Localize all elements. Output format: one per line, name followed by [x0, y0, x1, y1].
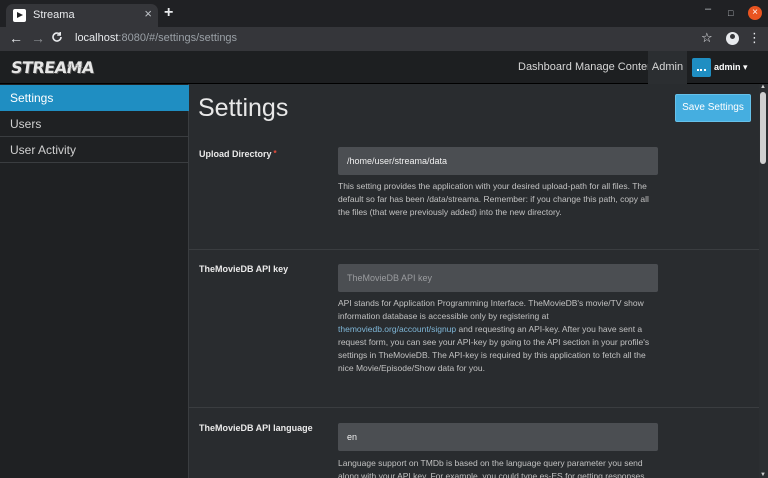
- setting-label: TheMovieDB API language: [199, 423, 313, 433]
- back-arrow-icon[interactable]: ←: [9, 30, 23, 46]
- sidebar-item-user-activity[interactable]: User Activity: [0, 137, 189, 163]
- setting-help-text: Language support on TMDb is based on the…: [338, 458, 645, 478]
- forward-arrow-icon[interactable]: →: [31, 30, 45, 46]
- reload-icon[interactable]: [51, 31, 63, 46]
- sidebar-item-settings[interactable]: Settings: [0, 85, 189, 111]
- browser-tab-strip: Streama × + – □ ×: [0, 0, 768, 27]
- kebab-menu-icon[interactable]: ⋮: [748, 30, 761, 46]
- url-text: localhost:8080/#/settings/settings: [75, 32, 238, 44]
- streama-favicon-icon: [13, 9, 26, 22]
- maximize-icon[interactable]: □: [728, 8, 733, 18]
- page-scrollbar[interactable]: ▲ ▼: [759, 84, 768, 478]
- browser-tab[interactable]: Streama ×: [6, 4, 158, 27]
- user-menu[interactable]: admin ▾: [714, 51, 748, 84]
- window-close-icon[interactable]: ×: [748, 6, 762, 20]
- profile-icon[interactable]: [726, 32, 739, 45]
- setting-tmdb-api-key: TheMovieDB API key TheMovieDB API key AP…: [189, 251, 759, 408]
- required-marker: *: [273, 149, 277, 158]
- nav-admin[interactable]: Admin: [648, 51, 687, 84]
- address-bar[interactable]: localhost:8080/#/settings/settings: [70, 30, 690, 48]
- scroll-down-icon[interactable]: ▼: [760, 472, 766, 478]
- browser-toolbar: ← → localhost:8080/#/settings/settings ☆…: [0, 27, 768, 51]
- tab-title: Streama: [33, 9, 75, 21]
- version-label: v1.6.1: [67, 64, 84, 70]
- nav-manage-content[interactable]: Manage Content: [575, 51, 656, 84]
- minimize-icon[interactable]: –: [705, 3, 711, 15]
- sidebar-item-users[interactable]: Users: [0, 111, 189, 137]
- tmdb-api-language-input[interactable]: en: [338, 423, 658, 451]
- setting-tmdb-api-language: TheMovieDB API language en Language supp…: [189, 409, 759, 478]
- scrollbar-thumb[interactable]: [760, 92, 766, 164]
- plus-icon[interactable]: +: [164, 4, 173, 22]
- upload-directory-input[interactable]: /home/user/streama/data: [338, 147, 658, 175]
- setting-help-text: API stands for Application Programming I…: [338, 298, 650, 373]
- tmdb-signup-link[interactable]: themoviedb.org/account/signup: [338, 324, 456, 334]
- tmdb-api-key-input[interactable]: TheMovieDB API key: [338, 264, 658, 292]
- admin-sidebar: Settings Users User Activity: [0, 84, 189, 478]
- app-navbar: STREAMA v1.6.1 Dashboard Manage Content …: [0, 51, 768, 84]
- setting-upload-directory: Upload Directory * /home/user/streama/dat…: [189, 136, 759, 250]
- setting-label: TheMovieDB API key: [199, 264, 289, 274]
- settings-main: Settings Save Settings Upload Directory *…: [189, 84, 759, 478]
- user-avatar-icon[interactable]: [692, 58, 711, 77]
- setting-help-text: This setting provides the application wi…: [338, 181, 649, 217]
- setting-label: Upload Directory *: [199, 149, 277, 159]
- page-title: Settings: [198, 94, 289, 122]
- star-icon[interactable]: ☆: [701, 30, 713, 46]
- close-icon[interactable]: ×: [144, 6, 152, 21]
- save-settings-button[interactable]: Save Settings: [675, 94, 751, 122]
- nav-dashboard[interactable]: Dashboard: [518, 51, 572, 84]
- scroll-up-icon[interactable]: ▲: [760, 84, 766, 90]
